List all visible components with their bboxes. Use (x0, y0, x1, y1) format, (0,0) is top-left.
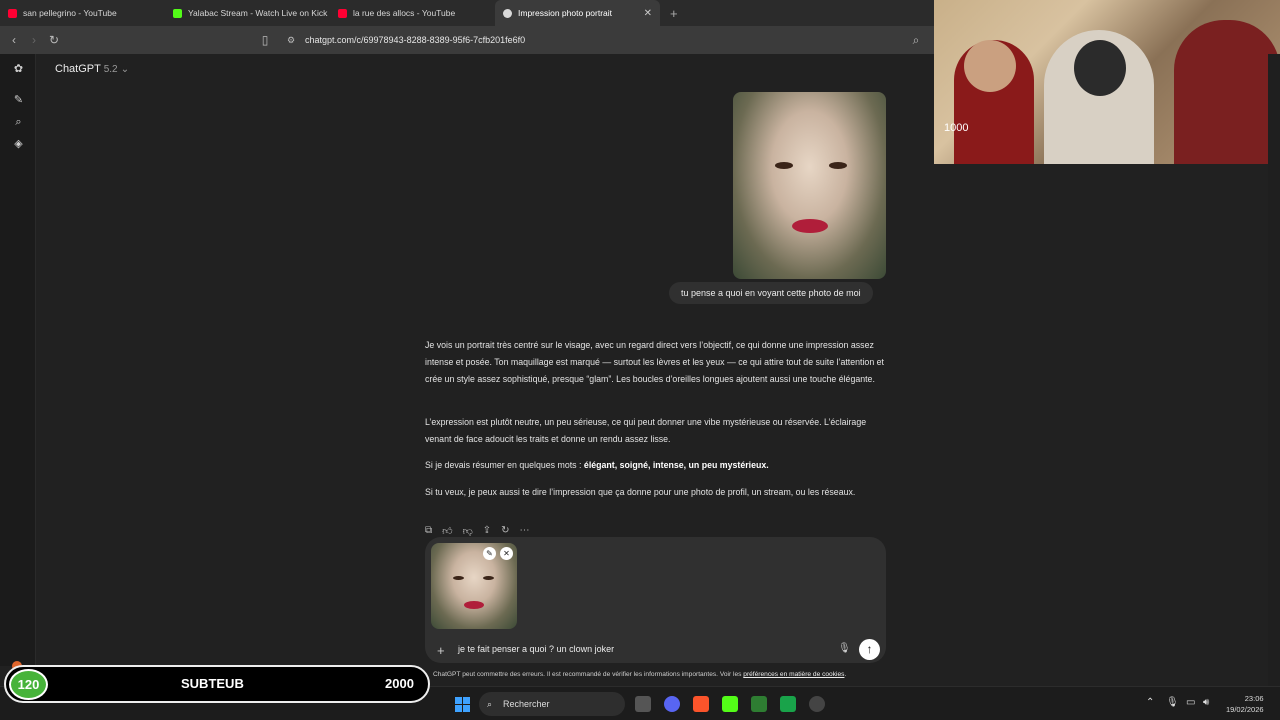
obs-icon[interactable] (809, 696, 825, 712)
regenerate-icon[interactable]: ↻ (501, 525, 509, 537)
zoom-icon[interactable]: ⌕ (906, 33, 926, 48)
webcam-overlay: 1000 (934, 0, 1280, 164)
clock[interactable]: 23:06 19/02/2026 (1226, 693, 1264, 715)
user-message-bubble: tu pense a quoi en voyant cette photo de… (669, 282, 873, 304)
close-icon[interactable]: ✕ (644, 8, 652, 19)
empty-area (934, 164, 1268, 666)
sub-badge: 120 (9, 669, 48, 700)
assistant-summary: Si je devais résumer en quelques mots : … (425, 457, 887, 474)
reload-icon[interactable]: ↻ (44, 33, 64, 47)
assistant-paragraph: L’expression est plutôt neutre, un peu s… (425, 417, 867, 444)
eye-shape (775, 162, 793, 169)
windows-start-icon[interactable] (455, 697, 470, 712)
subscriber-count: 2000 (385, 676, 414, 691)
address-bar: ‹ › ↻ ▯ ⚙ chatgpt.com/c/69978943-8288-83… (0, 26, 934, 54)
tab-yalabac-kick[interactable]: Yalabac Stream - Watch Live on Kick (165, 0, 330, 26)
chat-sidebar: ✿ ✎ ⌕ ◈ (0, 54, 36, 666)
user-uploaded-photo[interactable] (733, 92, 886, 279)
person-head (1074, 40, 1126, 96)
person-head (964, 40, 1016, 92)
library-icon[interactable]: ◈ (12, 138, 25, 151)
search-placeholder: Rechercher (503, 699, 550, 709)
eye-shape (829, 162, 847, 169)
chevron-up-icon[interactable]: ⌃ (1146, 697, 1154, 708)
tab-rue-des-allocs[interactable]: la rue des allocs - YouTube (330, 0, 495, 26)
search-icon[interactable]: ⌕ (12, 116, 25, 129)
youtube-icon (338, 8, 347, 18)
message-actions: ⧉ 👍︎ 👎︎ ⇪ ↻ ⋯ (425, 525, 530, 537)
brave-icon[interactable] (693, 696, 709, 712)
more-icon[interactable]: ⋯ (520, 525, 530, 537)
tab-label: Impression photo portrait (518, 8, 613, 18)
forward-icon[interactable]: › (24, 33, 44, 47)
assistant-paragraph: Si tu veux, je peux aussi te dire l’impr… (425, 487, 856, 497)
volume-icon[interactable]: 🔊︎ (1203, 697, 1209, 708)
copy-icon[interactable]: ⧉ (425, 525, 432, 537)
browser-tab-bar: san pellegrino - YouTube Yalabac Stream … (0, 0, 934, 26)
url-input[interactable]: chatgpt.com/c/69978943-8288-8389-95f6-7c… (305, 35, 525, 45)
time: 23:06 (1244, 694, 1264, 703)
openai-logo-icon[interactable]: ✿ (12, 63, 25, 76)
youtube-icon (8, 8, 17, 18)
tab-label: la rue des allocs - YouTube (353, 8, 456, 18)
tab-san-pellegrino[interactable]: san pellegrino - YouTube (0, 0, 165, 26)
share-icon[interactable]: ⇪ (483, 525, 491, 537)
thumbs-down-icon[interactable]: 👎︎ (463, 525, 473, 537)
model-selector[interactable]: ChatGPT 5.2 ⌄ (55, 63, 129, 75)
site-info-icon[interactable]: ⚙ (281, 35, 301, 46)
taskbar-search[interactable]: ⌕ Rechercher (479, 692, 625, 716)
microphone-icon[interactable]: 🎙︎ (838, 643, 851, 654)
summary-prefix: Si je devais résumer en quelques mots : (425, 460, 584, 470)
scrollbar[interactable] (1268, 54, 1280, 686)
discord-icon[interactable] (664, 696, 680, 712)
model-name: ChatGPT (55, 63, 101, 75)
remove-attachment-icon[interactable]: ✕ (500, 547, 513, 560)
disclaimer: ChatGPT peut commettre des erreurs. Il e… (433, 671, 846, 678)
microphone-tray-icon[interactable]: 🎙︎ (1166, 697, 1179, 708)
subscriber-name: SUBTEUB (181, 676, 244, 691)
prompt-input[interactable]: je te fait penser a quoi ? un clown joke… (458, 644, 614, 654)
assistant-paragraph: Je vois un portrait très centré sur le v… (425, 340, 884, 384)
lips-shape (792, 219, 828, 233)
add-icon[interactable]: + (437, 643, 445, 658)
date: 19/02/2026 (1226, 705, 1264, 714)
person-shape (1174, 20, 1280, 164)
chatgpt-icon (503, 8, 512, 18)
kick-app-icon[interactable] (722, 696, 738, 712)
cookie-preferences-link[interactable]: préférences en matière de cookies (743, 671, 844, 678)
chevron-down-icon: ⌄ (120, 64, 130, 75)
tab-label: Yalabac Stream - Watch Live on Kick (188, 8, 328, 18)
network-icon[interactable]: ▭ (1186, 697, 1195, 708)
disclaimer-end: . (844, 671, 847, 678)
edit-icon[interactable]: ✎ (483, 547, 496, 560)
new-chat-icon[interactable]: ✎ (12, 94, 25, 107)
app-icon[interactable] (751, 696, 767, 712)
bookmark-icon[interactable]: ▯ (255, 33, 275, 47)
tab-impression-photo[interactable]: Impression photo portrait ✕ (495, 0, 660, 26)
eye-shape (453, 576, 464, 580)
summary-bold: élégant, soigné, intense, un peu mystéri… (583, 460, 769, 470)
model-version: 5.2 (103, 64, 118, 75)
app-icon[interactable] (780, 696, 796, 712)
new-tab-icon[interactable]: + (670, 6, 678, 21)
back-icon[interactable]: ‹ (4, 33, 24, 47)
disclaimer-text: ChatGPT peut commettre des erreurs. Il e… (433, 671, 744, 678)
lips-shape (464, 601, 484, 609)
search-icon: ⌕ (487, 699, 493, 709)
eye-shape (483, 576, 494, 580)
webcam-text: 1000 (944, 122, 969, 134)
send-button[interactable]: ↑ (859, 639, 880, 660)
kick-icon (173, 8, 182, 18)
thumbs-up-icon[interactable]: 👍︎ (442, 525, 452, 537)
tab-label: san pellegrino - YouTube (23, 8, 117, 18)
file-explorer-icon[interactable] (635, 696, 651, 712)
